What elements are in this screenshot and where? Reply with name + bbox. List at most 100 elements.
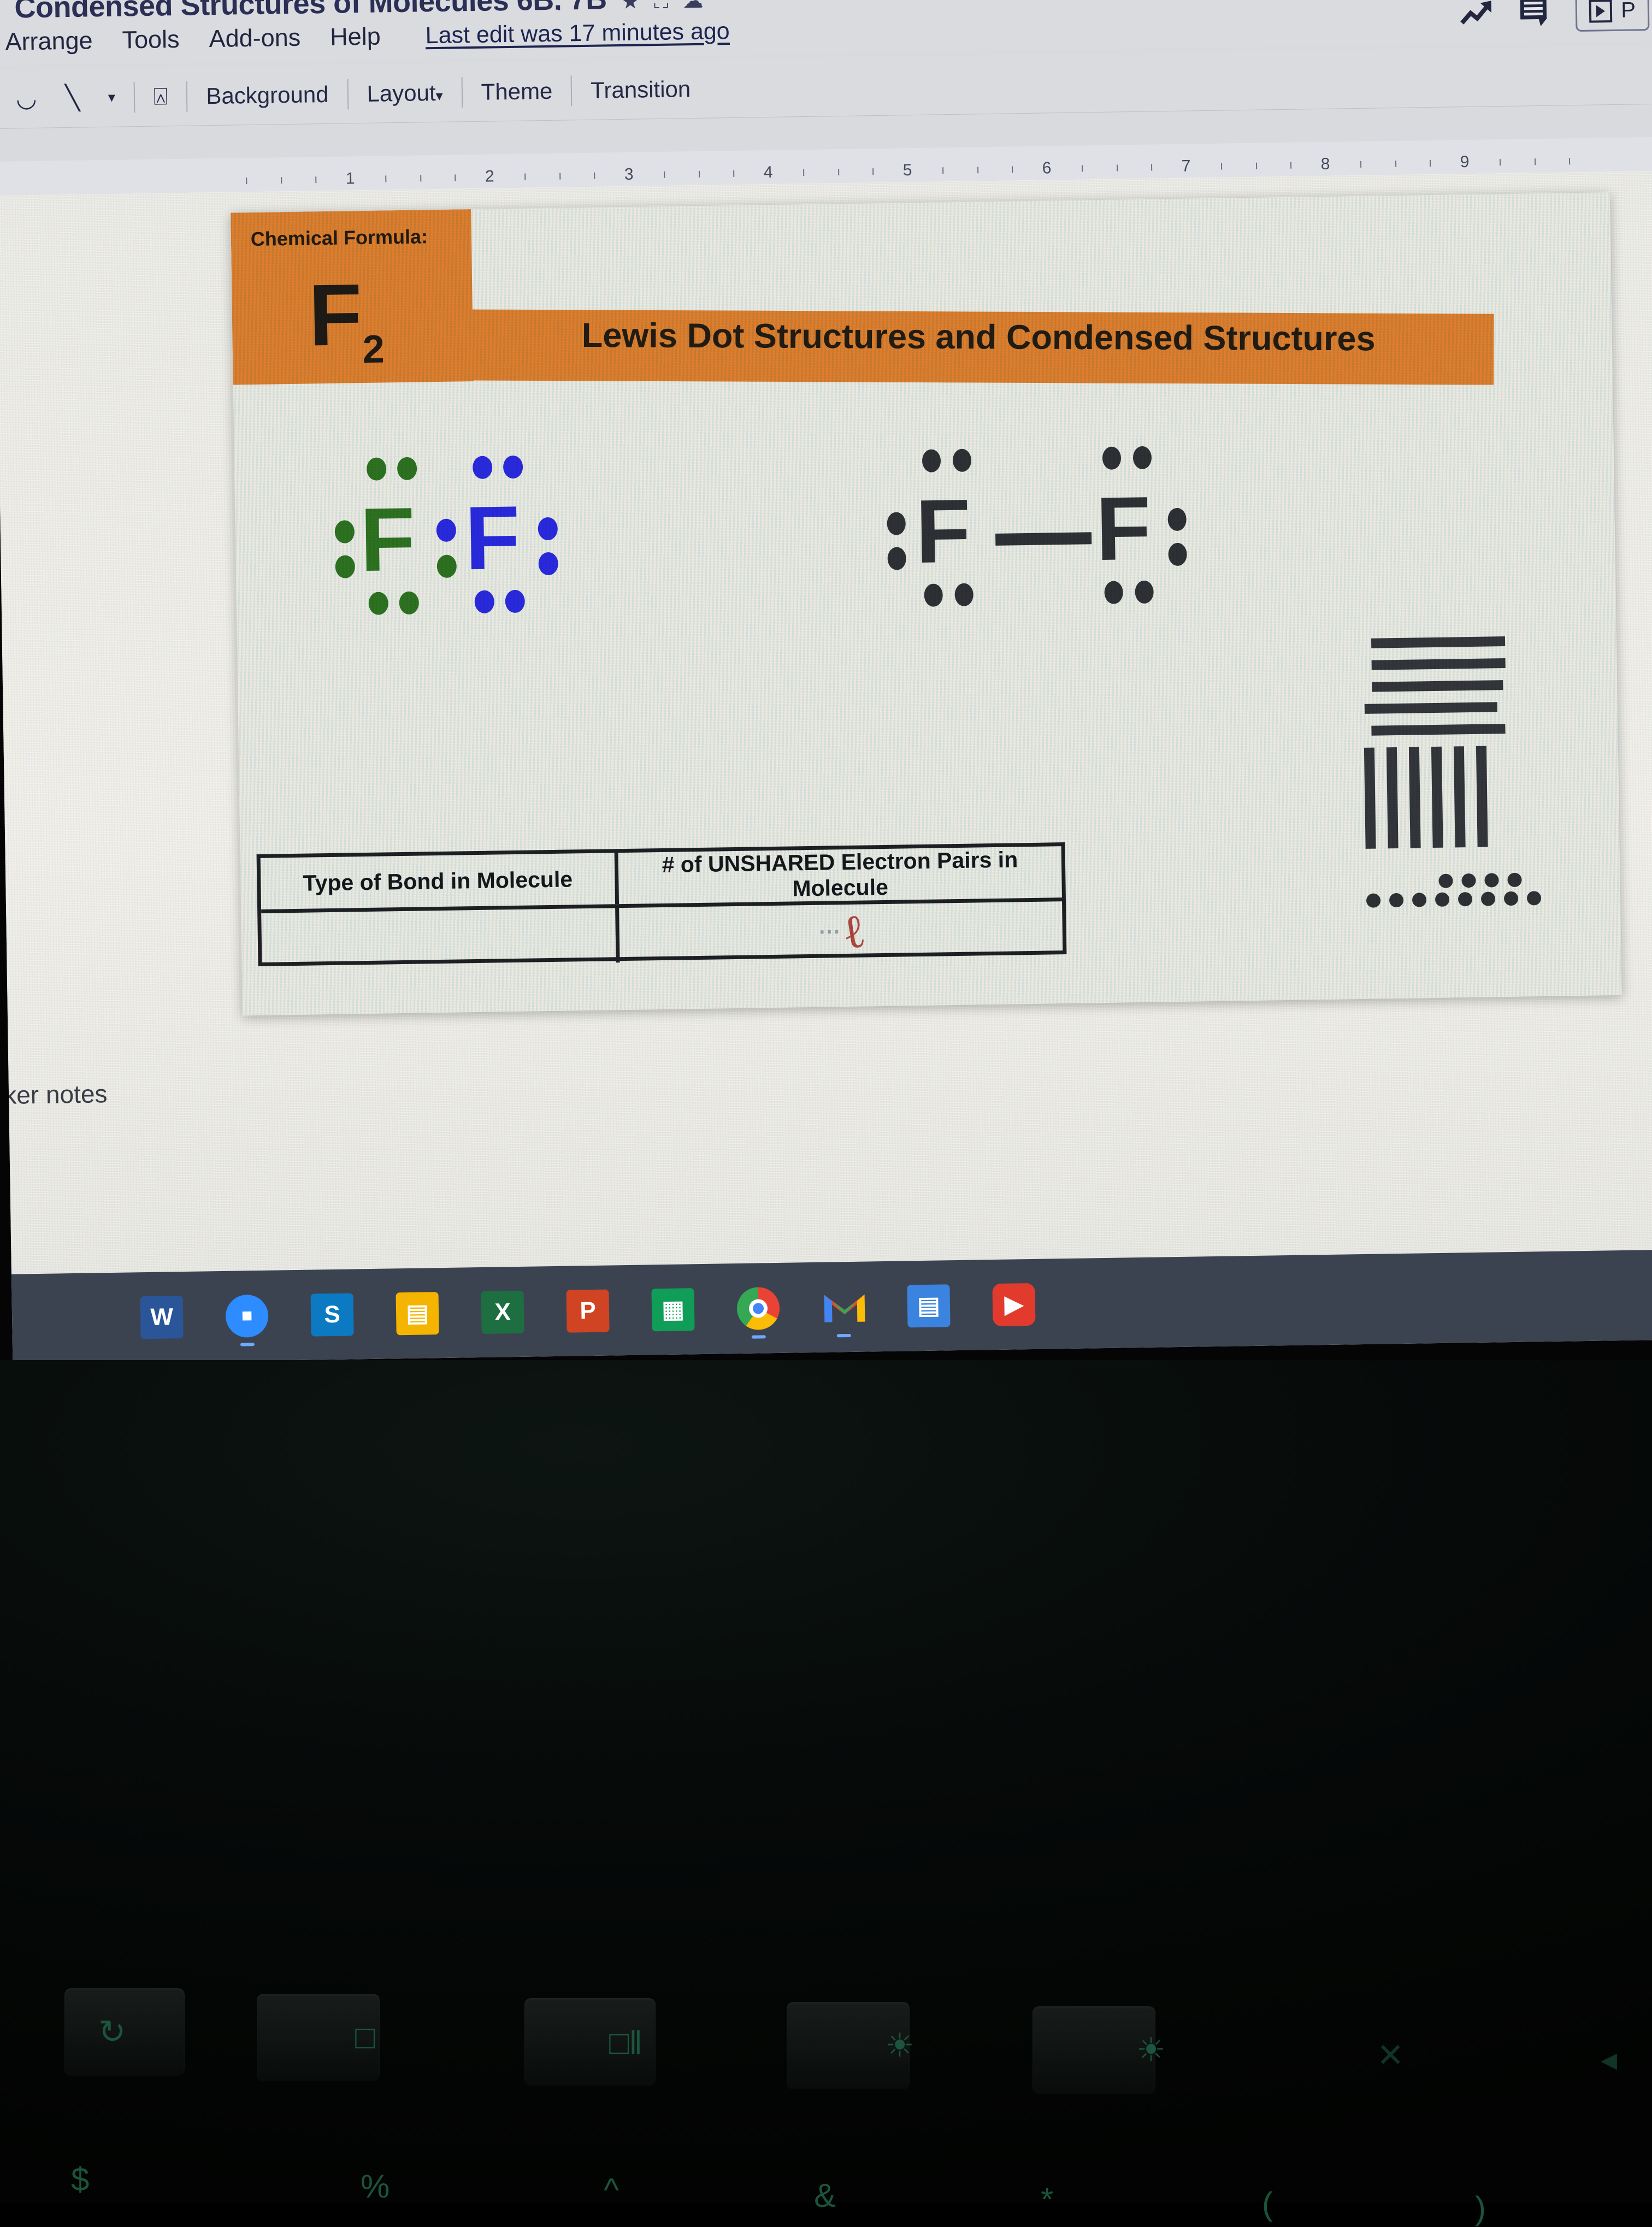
laptop-screen-photo: Condensed Structures of Molecules 6B, 7B… bbox=[0, 0, 1652, 2202]
decorative-dot bbox=[1504, 891, 1518, 906]
gmail-icon bbox=[822, 1290, 865, 1324]
ruler-tick bbox=[803, 169, 804, 176]
taskbar-icon-glyph: P bbox=[580, 1297, 596, 1324]
decorative-dot bbox=[1458, 892, 1472, 906]
laptop-body: ↻ □ □‖ ☀ ☀ ✕ ◂ $ % ^ & * ( ) bbox=[0, 1360, 1652, 2202]
ruler-tick bbox=[1082, 165, 1083, 172]
ruler-tick bbox=[1117, 164, 1118, 171]
menu-bar-right-actions: P bbox=[1460, 0, 1650, 33]
ruler-tick bbox=[1012, 166, 1013, 173]
transition-button[interactable]: Transition bbox=[576, 75, 705, 103]
electron-dot bbox=[505, 590, 525, 613]
taskbar-powerpoint-icon[interactable]: P bbox=[566, 1289, 609, 1332]
electron-dot bbox=[954, 583, 974, 606]
ruler-tick bbox=[1221, 163, 1222, 170]
present-button-label: P bbox=[1621, 0, 1636, 23]
taskbar-icon-glyph: S bbox=[324, 1301, 340, 1328]
table-header-type-of-bond: Type of Bond in Molecule bbox=[261, 853, 619, 909]
taskbar-running-indicator bbox=[240, 1343, 255, 1346]
electron-dot bbox=[1102, 446, 1122, 469]
taskbar-slides-icon[interactable]: ▤ bbox=[396, 1292, 439, 1335]
speaker-notes-icon[interactable] bbox=[1519, 0, 1551, 28]
key-paren-open[interactable]: ( bbox=[1262, 2185, 1273, 2223]
key-asterisk[interactable]: * bbox=[1041, 2181, 1053, 2218]
decorative-bar bbox=[1364, 748, 1376, 849]
handwritten-cursor-mark: ℓ bbox=[841, 903, 867, 960]
shape-icon[interactable]: ◡ bbox=[2, 84, 51, 113]
background-button[interactable]: Background bbox=[192, 81, 343, 109]
line-icon[interactable]: ╲ bbox=[51, 84, 94, 112]
theme-button[interactable]: Theme bbox=[467, 78, 567, 105]
electron-dot bbox=[538, 552, 558, 576]
ruler-tick bbox=[1569, 158, 1570, 164]
line-dropdown-caret-icon[interactable]: ▾ bbox=[94, 88, 130, 106]
chemical-formula-label: Chemical Formula: bbox=[251, 225, 428, 251]
key-ampersand[interactable]: & bbox=[814, 2177, 836, 2214]
ruler-number: 7 bbox=[1181, 157, 1190, 175]
taskbar-docs-icon[interactable]: ▤ bbox=[907, 1284, 950, 1327]
taskbar-chrome-icon[interactable] bbox=[736, 1286, 780, 1330]
formula-subscript: 2 bbox=[362, 327, 385, 371]
menu-item-arrange[interactable]: Arrange bbox=[5, 26, 93, 56]
ruler-tick bbox=[1151, 164, 1152, 171]
menu-item-tools[interactable]: Tools bbox=[122, 25, 180, 55]
fullscreen-icon: □ bbox=[355, 2018, 375, 2056]
decorative-dot bbox=[1389, 893, 1403, 907]
menu-item-help[interactable]: Help bbox=[330, 22, 381, 51]
toolbar-divider bbox=[186, 81, 188, 111]
ruler-number: 3 bbox=[624, 166, 634, 184]
slide[interactable]: Chemical Formula: F2 Lewis Dot Structure… bbox=[231, 192, 1622, 1015]
taskbar-excel-icon[interactable]: X bbox=[481, 1290, 524, 1333]
decorative-dot bbox=[1366, 893, 1380, 907]
taskbar-gmail-icon[interactable] bbox=[822, 1285, 865, 1328]
present-button[interactable]: P bbox=[1576, 0, 1650, 32]
ruler-tick bbox=[1430, 160, 1431, 167]
loading-spinner-icon: ··· bbox=[819, 920, 841, 945]
play-icon bbox=[1589, 0, 1613, 22]
ruler-number: 2 bbox=[485, 167, 494, 186]
key-percent[interactable]: % bbox=[361, 2167, 390, 2205]
taskbar-icon-glyph: ▤ bbox=[406, 1299, 429, 1327]
volume-down-icon: ◂ bbox=[1601, 2040, 1617, 2078]
slide-title[interactable]: Lewis Dot Structures and Condensed Struc… bbox=[582, 316, 1511, 359]
layout-button[interactable]: Layout▾ bbox=[352, 79, 457, 107]
ruler-tick bbox=[594, 173, 595, 179]
menu-item-add-ons[interactable]: Add-ons bbox=[209, 23, 300, 53]
key-caret[interactable]: ^ bbox=[604, 2171, 619, 2209]
taskbar-zoom-icon[interactable]: ■ bbox=[226, 1294, 269, 1337]
table-cell-unshared-pairs[interactable]: ··· ℓ bbox=[619, 901, 1063, 962]
decorative-bar bbox=[1454, 746, 1466, 847]
decorative-bars-and-dots bbox=[1362, 636, 1541, 908]
speaker-notes-placeholder[interactable]: eaker notes bbox=[0, 1079, 108, 1110]
ruler-number: 9 bbox=[1460, 153, 1469, 172]
electron-dot bbox=[1133, 446, 1152, 469]
ruler-tick bbox=[1395, 161, 1396, 167]
chemical-formula-box[interactable]: Chemical Formula: F2 bbox=[231, 209, 474, 385]
taskbar-word-icon[interactable]: W bbox=[140, 1296, 184, 1339]
decorative-dot bbox=[1438, 874, 1453, 888]
last-edit-status[interactable]: Last edit was 17 minutes ago bbox=[425, 17, 730, 49]
ruler-tick bbox=[977, 167, 978, 173]
table-row[interactable]: ··· ℓ bbox=[261, 901, 1063, 968]
table-cell-type-of-bond[interactable] bbox=[261, 908, 620, 968]
ruler-tick bbox=[872, 168, 874, 175]
answer-table[interactable]: Type of Bond in Molecule # of UNSHARED E… bbox=[257, 842, 1067, 966]
key-dollar[interactable]: $ bbox=[71, 2160, 89, 2198]
ruler-tick bbox=[524, 174, 526, 180]
decorative-dot bbox=[1484, 873, 1498, 887]
taskbar-youtube-icon[interactable]: ▶ bbox=[992, 1283, 1035, 1326]
chrome-icon bbox=[736, 1286, 780, 1330]
taskbar-sheets-icon[interactable]: ▦ bbox=[651, 1288, 694, 1331]
trending-up-icon[interactable] bbox=[1460, 0, 1494, 27]
electron-dot bbox=[924, 583, 943, 606]
text-box-icon[interactable]: ⍓ bbox=[139, 82, 182, 110]
electron-dot bbox=[368, 592, 388, 615]
lewis-structure-right[interactable]: F F bbox=[854, 433, 1206, 624]
lewis-structure-left[interactable]: F F bbox=[300, 442, 609, 632]
atom-fluorine-blue: F bbox=[464, 493, 521, 583]
taskbar-skype-icon[interactable]: S bbox=[311, 1293, 354, 1336]
laptop-screen: Condensed Structures of Molecules 6B, 7B… bbox=[0, 0, 1652, 1364]
key-paren-close[interactable]: ) bbox=[1475, 2189, 1486, 2227]
ruler-number: 4 bbox=[764, 163, 773, 182]
single-bond-line bbox=[995, 532, 1092, 546]
